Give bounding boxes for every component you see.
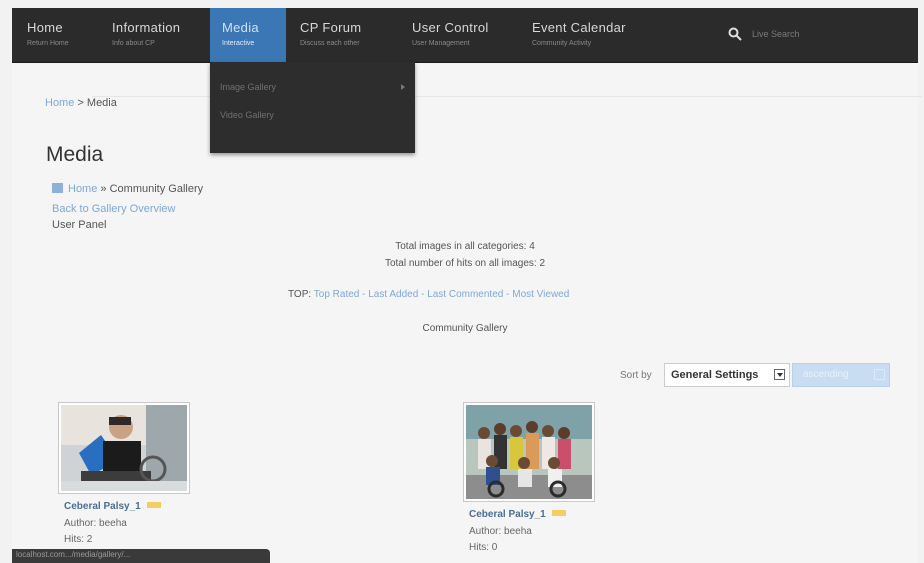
gallery-thumbnail[interactable] — [463, 402, 595, 502]
sort-by-value: General Settings — [671, 369, 759, 381]
nav-item-media[interactable]: Media Interactive — [210, 8, 286, 62]
total-hits-text: Total number of hits on all images: 2 — [384, 258, 546, 269]
image-author: Author: beeha — [64, 518, 127, 529]
nav-item-title: CP Forum — [300, 20, 362, 35]
nav-item-home[interactable]: Home Return Home — [20, 8, 100, 62]
top-rated-link[interactable]: Top Rated — [314, 289, 360, 300]
back-to-gallery-overview-link[interactable]: Back to Gallery Overview — [52, 203, 175, 215]
gallery-path: Home » Community Gallery — [52, 183, 203, 195]
gallery-path-separator: » — [100, 183, 107, 195]
image-title[interactable]: Ceberal Palsy_1 — [64, 501, 161, 512]
dropdown-item-video-gallery[interactable]: Video Gallery — [220, 110, 274, 120]
top-links: TOP: Top Rated - Last Added - Last Comme… — [288, 289, 569, 300]
image-title-text: Ceberal Palsy_1 — [469, 509, 546, 520]
user-panel-link[interactable]: User Panel — [52, 219, 106, 231]
nav-item-subtitle: Discuss each other — [300, 40, 360, 47]
nav-item-event-calendar[interactable]: Event Calendar Community Activity — [532, 8, 662, 62]
breadcrumb-current: Media — [86, 97, 117, 109]
total-images-text: Total images in all categories: 4 — [395, 241, 535, 252]
browser-status-bar: localhost.com.../media/gallery/... — [12, 549, 270, 563]
chevron-down-icon[interactable] — [774, 369, 785, 380]
gallery-thumbnail[interactable] — [58, 402, 190, 494]
page-title: Media — [46, 143, 104, 166]
image-title[interactable]: Ceberal Palsy_1 — [469, 509, 566, 520]
nav-item-cp-forum[interactable]: CP Forum Discuss each other — [300, 8, 400, 62]
top-link-sep: - — [418, 289, 428, 300]
submenu-arrow-icon — [401, 84, 405, 90]
sort-by-select[interactable]: General Settings — [664, 363, 790, 387]
image-author: Author: beeha — [469, 526, 532, 537]
home-icon — [52, 183, 63, 193]
media-dropdown-menu: Image Gallery Video Gallery — [210, 62, 415, 153]
nav-item-subtitle: User Management — [412, 40, 470, 47]
nav-item-title: Home — [27, 20, 63, 35]
main-content: Home > Media Media Home » Community Gall… — [12, 63, 922, 563]
nav-item-subtitle: Info about CP — [112, 40, 155, 47]
new-badge-icon — [551, 510, 566, 516]
last-added-link[interactable]: Last Added — [368, 289, 418, 300]
image-hits: Hits: 0 — [469, 542, 498, 553]
most-viewed-link[interactable]: Most Viewed — [512, 289, 569, 300]
nav-item-subtitle: Community Activity — [532, 40, 592, 47]
search-placeholder: Live Search — [752, 29, 800, 39]
top-link-sep: - — [503, 289, 513, 300]
search-box[interactable]: Live Search — [728, 27, 848, 45]
breadcrumb-separator: > — [77, 97, 84, 109]
nav-item-title: User Control — [412, 20, 489, 35]
image-hits: Hits: 2 — [64, 534, 93, 545]
last-commented-link[interactable]: Last Commented — [427, 289, 503, 300]
chevron-down-icon[interactable] — [874, 369, 885, 380]
sort-order-value: ascending — [803, 369, 849, 380]
status-bar-url: localhost.com.../media/gallery/... — [16, 550, 131, 559]
photo-child-in-wheelchair — [61, 405, 187, 491]
nav-item-information[interactable]: Information Info about CP — [112, 8, 212, 62]
sort-label: Sort by — [620, 370, 652, 381]
new-badge-icon — [146, 502, 161, 508]
category-title: Community Gallery — [422, 323, 508, 334]
dropdown-item-image-gallery[interactable]: Image Gallery — [220, 82, 276, 92]
nav-item-title: Event Calendar — [532, 20, 626, 35]
breadcrumb: Home > Media — [45, 97, 117, 109]
breadcrumb-home-link[interactable]: Home — [45, 97, 74, 109]
nav-item-user-control[interactable]: User Control User Management — [412, 8, 512, 62]
top-label: TOP: — [288, 289, 312, 300]
sort-order-select[interactable]: ascending — [792, 363, 890, 387]
nav-item-subtitle: Return Home — [27, 40, 69, 47]
nav-item-title: Information — [112, 20, 181, 35]
top-link-sep: - — [359, 289, 369, 300]
photo-group-of-people — [466, 405, 592, 499]
nav-item-subtitle: Interactive — [222, 40, 255, 47]
search-icon — [728, 27, 742, 41]
nav-item-title: Media — [222, 20, 259, 35]
image-title-text: Ceberal Palsy_1 — [64, 501, 141, 512]
gallery-path-current: Community Gallery — [109, 183, 204, 195]
gallery-home-link[interactable]: Home — [68, 183, 97, 195]
top-navbar: Home Return Home Information Info about … — [12, 8, 918, 63]
